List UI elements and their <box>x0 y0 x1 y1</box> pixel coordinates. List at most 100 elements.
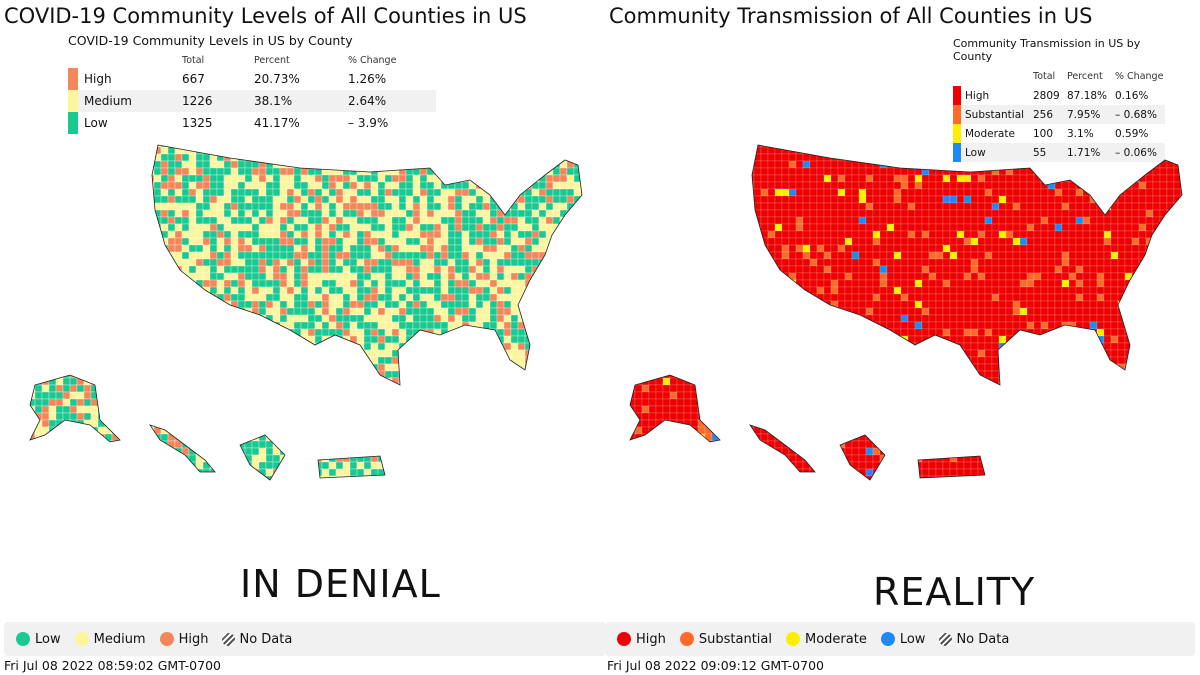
county-cell <box>7 280 14 287</box>
county-cell <box>321 181 330 190</box>
county-cell <box>489 244 498 253</box>
county-cell <box>300 293 309 302</box>
county-cell <box>230 209 239 218</box>
county-cell <box>188 328 197 337</box>
county-cell <box>349 181 358 190</box>
county-cell <box>7 322 14 329</box>
county-cell <box>174 230 183 239</box>
county-cell <box>539 483 546 490</box>
legend-dot-icon <box>159 632 174 646</box>
county-cell <box>300 475 309 480</box>
county-cell <box>1047 145 1056 148</box>
row-change: 2.64% <box>348 94 387 108</box>
legend-item-low[interactable]: Low <box>16 632 61 647</box>
county-cell <box>230 230 239 239</box>
county-cell <box>335 293 344 302</box>
county-cell <box>634 146 643 155</box>
county-cell <box>426 412 435 421</box>
county-cell <box>146 202 155 211</box>
county-cell <box>349 237 358 246</box>
county-cell <box>34 363 43 372</box>
county-cell <box>851 174 860 183</box>
legend-item-medium[interactable]: Medium <box>74 632 146 647</box>
county-cell <box>62 475 71 480</box>
county-cell <box>475 412 484 421</box>
county-cell <box>356 223 365 232</box>
county-cell <box>111 405 120 414</box>
county-cell <box>482 440 491 449</box>
county-cell <box>300 419 309 428</box>
county-cell <box>335 251 344 260</box>
county-cell <box>767 145 776 148</box>
county-cell <box>237 145 246 148</box>
legend-item-no-data[interactable]: No Data <box>222 632 292 647</box>
county-cell <box>1047 146 1056 155</box>
county-cell <box>160 272 169 281</box>
county-cell <box>125 181 134 190</box>
county-cell <box>573 167 582 176</box>
county-cell <box>1033 181 1042 190</box>
county-cell <box>600 182 607 189</box>
county-cell <box>251 426 260 435</box>
county-cell <box>230 279 239 288</box>
county-cell <box>132 363 141 372</box>
county-cell <box>195 370 204 379</box>
county-cell <box>14 294 21 301</box>
county-cell <box>588 217 595 224</box>
county-cell <box>167 167 176 176</box>
county-cell <box>566 188 575 197</box>
county-cell <box>328 461 337 470</box>
county-cell <box>454 342 463 351</box>
county-cell <box>286 188 295 197</box>
county-cell <box>468 167 477 176</box>
county-cell <box>489 321 498 330</box>
county-cell <box>377 244 386 253</box>
county-cell <box>760 153 769 162</box>
county-cell <box>153 398 162 407</box>
county-cell <box>440 195 449 204</box>
county-cell <box>468 195 477 204</box>
county-cell <box>251 272 260 281</box>
county-cell <box>146 426 155 435</box>
county-cell <box>41 188 50 197</box>
county-cell <box>83 398 92 407</box>
county-cell <box>328 356 337 365</box>
county-cell <box>223 461 232 470</box>
county-cell <box>97 216 106 225</box>
county-cell <box>363 405 372 414</box>
county-cell <box>1117 160 1126 169</box>
county-cell <box>300 412 309 421</box>
county-cell <box>223 237 232 246</box>
county-cell <box>0 182 7 189</box>
county-cell <box>921 181 930 190</box>
county-cell <box>718 160 727 169</box>
county-cell <box>174 181 183 190</box>
county-cell <box>552 202 561 211</box>
county-cell <box>272 307 281 316</box>
county-cell <box>209 258 218 267</box>
county-cell <box>48 216 57 225</box>
county-cell <box>991 174 1000 183</box>
county-cell <box>573 145 582 148</box>
county-cell <box>573 265 582 274</box>
county-cell <box>461 300 470 309</box>
county-cell <box>21 217 28 224</box>
county-cell <box>279 426 288 435</box>
county-cell <box>153 272 162 281</box>
county-cell <box>809 160 818 169</box>
county-cell <box>398 419 407 428</box>
county-cell <box>538 146 547 155</box>
county-cell <box>111 174 120 183</box>
row-label: High <box>965 89 990 102</box>
county-cell <box>258 461 267 470</box>
county-cell <box>977 181 986 190</box>
legend-item-high[interactable]: High <box>159 632 208 647</box>
county-cell <box>174 314 183 323</box>
county-cell <box>405 181 414 190</box>
county-cell <box>461 223 470 232</box>
county-cell <box>454 230 463 239</box>
county-cell <box>489 419 498 428</box>
county-cell <box>293 230 302 239</box>
county-cell <box>538 412 547 421</box>
county-cell <box>300 391 309 400</box>
